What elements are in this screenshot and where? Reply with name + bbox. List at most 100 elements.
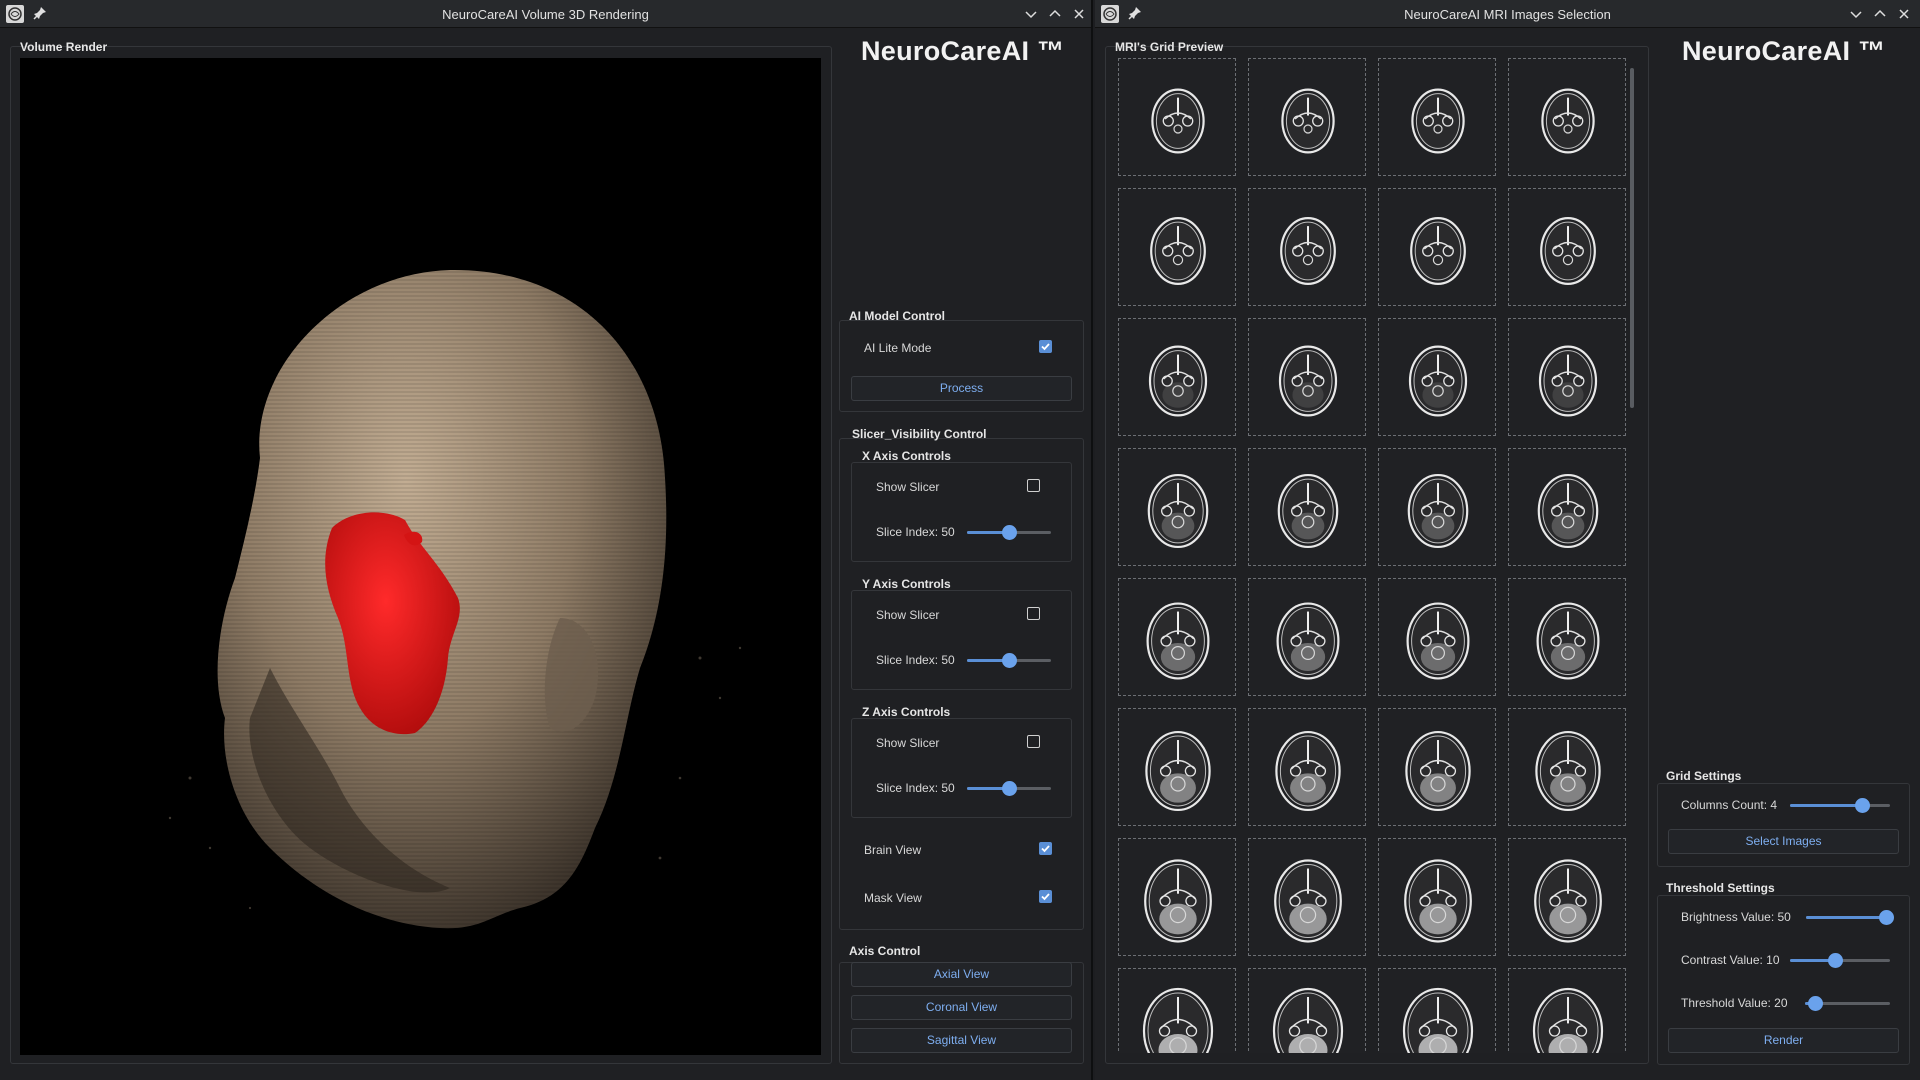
brightness-slider[interactable] (1806, 909, 1894, 925)
y-slice-index-label: Slice Index: 50 (876, 653, 955, 667)
maximize-icon[interactable] (1871, 5, 1889, 23)
mri-thumbnail[interactable] (1248, 708, 1366, 826)
mri-thumbnail[interactable] (1378, 578, 1496, 696)
z-show-slicer-label: Show Slicer (876, 736, 940, 750)
mri-thumbnail[interactable] (1508, 578, 1626, 696)
mri-thumbnail[interactable] (1378, 188, 1496, 306)
slider-fill (1806, 916, 1886, 919)
mri-thumbnail[interactable] (1378, 838, 1496, 956)
mri-thumbnail[interactable] (1508, 188, 1626, 306)
contrast-label: Contrast Value: 10 (1681, 953, 1780, 967)
mri-grid[interactable] (1118, 58, 1636, 1053)
z-slice-index-label: Slice Index: 50 (876, 781, 955, 795)
mask-view-label: Mask View (864, 891, 922, 905)
slider-handle[interactable] (1828, 953, 1843, 968)
mri-thumbnail[interactable] (1378, 318, 1496, 436)
threshold-label: Threshold Value: 20 (1681, 996, 1788, 1010)
mri-thumbnail[interactable] (1508, 838, 1626, 956)
slider-handle[interactable] (1855, 798, 1870, 813)
window-title: NeuroCareAI Volume 3D Rendering (442, 7, 649, 22)
z-axis-controls-group (851, 718, 1072, 818)
grid-settings-group (1657, 783, 1910, 867)
brand-logo: NeuroCareAI ™ (1682, 36, 1886, 66)
minimize-icon[interactable] (1847, 5, 1865, 23)
render-button[interactable]: Render (1668, 1028, 1899, 1053)
axis-control-title: Axis Control (849, 944, 921, 958)
mri-thumbnail[interactable] (1248, 188, 1366, 306)
mri-thumbnail[interactable] (1118, 578, 1236, 696)
mri-thumbnail[interactable] (1248, 838, 1366, 956)
y-show-slicer-label: Show Slicer (876, 608, 940, 622)
process-button[interactable]: Process (851, 376, 1072, 401)
x-slice-index-label: Slice Index: 50 (876, 525, 955, 539)
mri-thumbnail[interactable] (1248, 578, 1366, 696)
title-bar: NeuroCareAI MRI Images Selection (1095, 0, 1920, 28)
slider-handle[interactable] (1002, 653, 1017, 668)
brain-view-label: Brain View (864, 843, 922, 857)
mri-thumbnail[interactable] (1508, 708, 1626, 826)
y-axis-controls-group (851, 590, 1072, 690)
x-show-slicer-label: Show Slicer (876, 480, 940, 494)
mri-thumbnail[interactable] (1508, 968, 1626, 1053)
mri-thumbnail[interactable] (1118, 318, 1236, 436)
mri-thumbnail[interactable] (1118, 188, 1236, 306)
window-title: NeuroCareAI MRI Images Selection (1404, 7, 1611, 22)
volume-render-viewport[interactable] (20, 58, 821, 1055)
mri-thumbnail[interactable] (1508, 58, 1626, 176)
coronal-view-button[interactable]: Coronal View (851, 995, 1072, 1020)
axial-view-button[interactable]: Axial View (851, 962, 1072, 987)
minimize-icon[interactable] (1022, 5, 1040, 23)
mri-thumbnail[interactable] (1508, 318, 1626, 436)
brightness-label: Brightness Value: 50 (1681, 910, 1791, 924)
slider-handle[interactable] (1002, 525, 1017, 540)
sagittal-view-button[interactable]: Sagittal View (851, 1028, 1072, 1053)
mri-thumbnail[interactable] (1508, 448, 1626, 566)
volume-render-title: Volume Render (20, 40, 108, 54)
slider-handle[interactable] (1878, 910, 1894, 925)
mri-thumbnail[interactable] (1118, 58, 1236, 176)
y-show-slicer-checkbox[interactable] (1027, 607, 1040, 620)
mri-thumbnail[interactable] (1118, 838, 1236, 956)
mri-thumbnail[interactable] (1378, 708, 1496, 826)
ai-model-control-title: AI Model Control (849, 309, 945, 323)
slider-handle[interactable] (1808, 996, 1824, 1011)
maximize-icon[interactable] (1046, 5, 1064, 23)
mask-view-checkbox[interactable] (1039, 890, 1052, 903)
grid-scrollbar[interactable] (1630, 68, 1634, 408)
columns-count-label: Columns Count: 4 (1681, 798, 1778, 812)
slider-handle[interactable] (1002, 781, 1017, 796)
mri-thumbnail[interactable] (1248, 968, 1366, 1053)
slider-fill (1790, 804, 1862, 807)
ai-lite-mode-checkbox[interactable] (1039, 340, 1052, 353)
mri-thumbnail[interactable] (1378, 58, 1496, 176)
z-show-slicer-checkbox[interactable] (1027, 735, 1040, 748)
brain-view-checkbox[interactable] (1039, 842, 1052, 855)
columns-count-slider[interactable] (1790, 797, 1890, 813)
mri-thumbnail[interactable] (1248, 58, 1366, 176)
contrast-slider[interactable] (1790, 952, 1890, 968)
threshold-slider[interactable] (1805, 995, 1890, 1011)
mri-thumbnail[interactable] (1378, 968, 1496, 1053)
x-show-slicer-checkbox[interactable] (1027, 479, 1040, 492)
z-slice-index-slider[interactable] (967, 780, 1051, 796)
mri-thumbnail[interactable] (1248, 318, 1366, 436)
close-icon[interactable] (1070, 5, 1088, 23)
y-axis-controls-title: Y Axis Controls (862, 577, 951, 591)
title-bar: NeuroCareAI Volume 3D Rendering (0, 0, 1091, 28)
x-slice-index-slider[interactable] (967, 524, 1051, 540)
threshold-settings-title: Threshold Settings (1666, 881, 1775, 895)
x-axis-controls-title: X Axis Controls (862, 449, 951, 463)
select-images-button[interactable]: Select Images (1668, 829, 1899, 854)
mri-thumbnail[interactable] (1118, 708, 1236, 826)
mri-thumbnail[interactable] (1248, 448, 1366, 566)
mri-thumbnail[interactable] (1118, 968, 1236, 1053)
close-icon[interactable] (1895, 5, 1913, 23)
head-volume-render (168, 269, 742, 929)
z-axis-controls-title: Z Axis Controls (862, 705, 951, 719)
y-slice-index-slider[interactable] (967, 652, 1051, 668)
volume-rendering-window: NeuroCareAI Volume 3D Rendering Volume R… (0, 0, 1093, 1080)
brand-logo: NeuroCareAI ™ (861, 36, 1065, 66)
mri-thumbnail[interactable] (1378, 448, 1496, 566)
mri-thumbnail[interactable] (1118, 448, 1236, 566)
x-axis-controls-group (851, 462, 1072, 562)
